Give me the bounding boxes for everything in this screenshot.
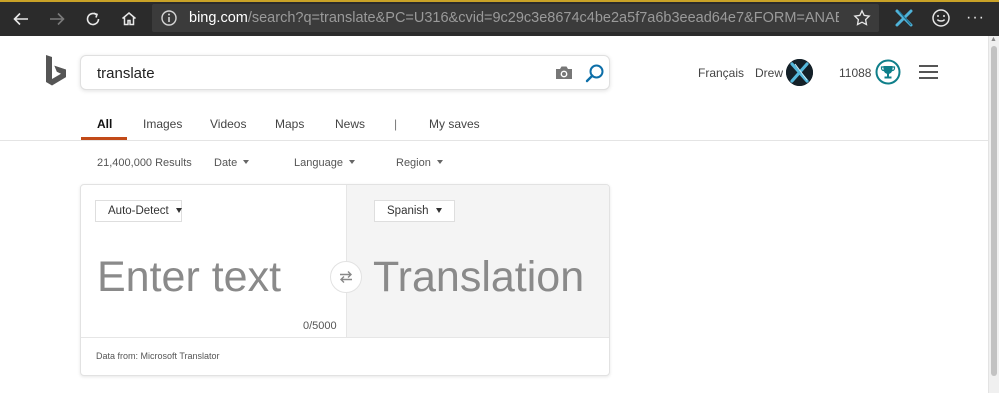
swap-languages-button[interactable] — [330, 261, 362, 293]
tab-news[interactable]: News — [335, 117, 365, 131]
avatar-image-icon — [786, 59, 813, 86]
chevron-down-icon — [348, 160, 355, 164]
translator-attribution: Data from: Microsoft Translator — [96, 351, 220, 361]
home-icon — [122, 12, 136, 26]
url-text[interactable]: bing.com/search?q=translate&PC=U316&cvid… — [189, 10, 839, 26]
date-filter[interactable]: Date — [214, 157, 250, 169]
translation-output: Translation — [373, 253, 585, 301]
language-link[interactable]: Français — [698, 66, 744, 80]
card-divider — [81, 337, 609, 338]
translator-card: Auto-Detect Spanish Enter text Translati… — [80, 184, 610, 376]
bing-logo-icon[interactable] — [42, 54, 70, 90]
feedback-smiley-icon[interactable] — [930, 7, 952, 29]
more-options-button[interactable]: ··· — [966, 10, 985, 26]
forward-arrow-icon — [50, 12, 65, 26]
menu-hamburger-icon[interactable] — [919, 65, 938, 79]
back-arrow-icon — [13, 12, 28, 26]
page-scrollbar[interactable]: ▲ — [988, 36, 999, 393]
refresh-button[interactable] — [80, 6, 106, 32]
home-button[interactable] — [116, 6, 142, 32]
source-language-select[interactable]: Auto-Detect — [95, 200, 182, 222]
dropdown-arrow-icon — [435, 208, 442, 213]
tab-videos[interactable]: Videos — [210, 117, 246, 131]
info-icon[interactable] — [160, 9, 178, 27]
scroll-up-arrow-icon[interactable]: ▲ — [990, 36, 997, 43]
source-language-label: Auto-Detect — [108, 205, 169, 217]
tab-active-underline — [81, 137, 127, 140]
tab-all[interactable]: All — [97, 117, 112, 131]
swap-arrows-icon — [340, 271, 352, 283]
chevron-down-icon — [243, 160, 250, 164]
search-icon[interactable] — [584, 62, 606, 84]
language-filter-label: Language — [294, 157, 343, 169]
url-host: bing.com — [189, 10, 248, 26]
language-filter[interactable]: Language — [294, 157, 355, 169]
extension-icon[interactable] — [893, 7, 915, 29]
search-input[interactable]: translate — [97, 65, 155, 82]
refresh-icon — [86, 12, 100, 26]
visual-search-camera-icon[interactable] — [554, 64, 574, 82]
results-filter-bar: 21,400,000 Results Date Language Region — [0, 157, 988, 173]
result-count: 21,400,000 Results — [97, 157, 192, 169]
character-counter: 0/5000 — [303, 320, 337, 332]
tab-separator: | — [394, 117, 398, 131]
dropdown-arrow-icon — [175, 208, 182, 213]
scope-tabs: All Images Videos Maps News | My saves — [0, 113, 988, 141]
url-path: /search?q=translate&PC=U316&cvid=9c29c3e… — [247, 10, 839, 26]
tab-images[interactable]: Images — [143, 117, 182, 131]
region-filter-label: Region — [396, 157, 431, 169]
toolbar-accent-line — [0, 0, 999, 2]
avatar[interactable] — [786, 59, 813, 86]
date-filter-label: Date — [214, 157, 238, 169]
favorite-star-icon[interactable] — [853, 9, 871, 27]
scrollbar-thumb[interactable] — [991, 46, 997, 376]
browser-toolbar: bing.com/search?q=translate&PC=U316&cvid… — [0, 0, 999, 36]
target-language-select[interactable]: Spanish — [374, 200, 455, 222]
hamburger-line — [919, 77, 938, 79]
search-box[interactable]: translate — [80, 55, 610, 90]
rewards-trophy-icon[interactable] — [875, 59, 901, 85]
address-bar[interactable]: bing.com/search?q=translate&PC=U316&cvid… — [152, 4, 879, 32]
forward-button[interactable] — [44, 6, 70, 32]
region-filter[interactable]: Region — [396, 157, 443, 169]
tab-my-saves[interactable]: My saves — [429, 117, 480, 131]
target-language-label: Spanish — [387, 205, 429, 217]
hamburger-line — [919, 71, 938, 73]
rewards-points[interactable]: 11088 — [839, 66, 871, 80]
source-text-input[interactable]: Enter text — [97, 253, 281, 302]
back-button[interactable] — [8, 6, 34, 32]
tab-maps[interactable]: Maps — [275, 117, 304, 131]
user-name[interactable]: Drew — [755, 66, 783, 80]
chevron-down-icon — [436, 160, 443, 164]
hamburger-line — [919, 65, 938, 67]
